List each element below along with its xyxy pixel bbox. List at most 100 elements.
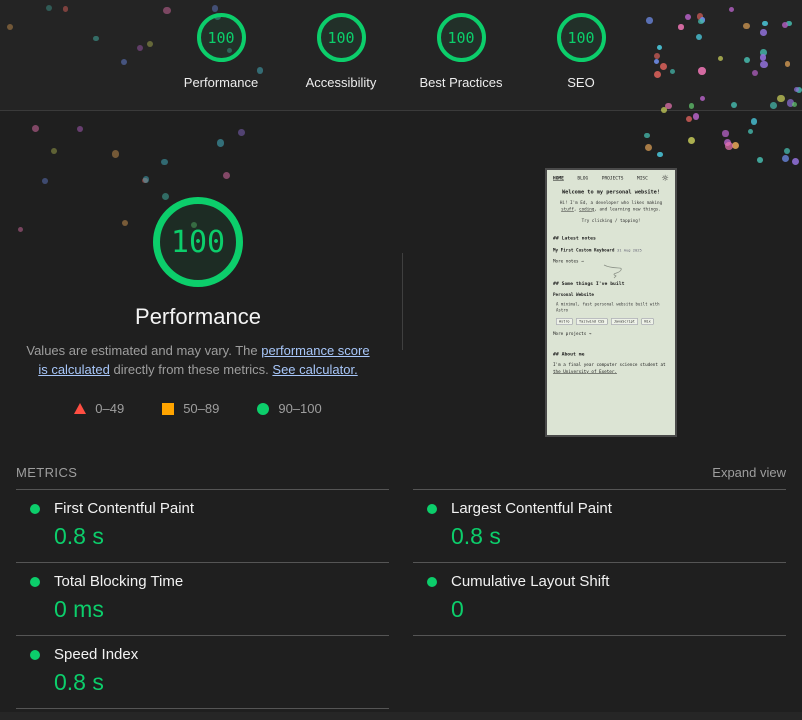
screenshot-about-text: I'm a final year computer science studen…: [553, 362, 669, 375]
legend-range: 0–49: [95, 401, 124, 416]
legend-average: 50–89: [162, 401, 219, 416]
stuff-link: stuff: [561, 207, 574, 212]
gauge-label: Best Practices: [419, 75, 502, 90]
gauge-seo[interactable]: 100 SEO: [521, 13, 641, 90]
confetti-dot: [686, 116, 692, 122]
score-scale-legend: 0–49 50–89 90–100: [74, 401, 321, 416]
confetti-dot: [657, 152, 663, 158]
metric-label: Cumulative Layout Shift: [451, 573, 609, 590]
metrics-left-column: First Contentful Paint 0.8 s Total Block…: [16, 489, 389, 709]
performance-summary: 100 Performance Values are estimated and…: [0, 111, 396, 416]
metric-value: 0.8 s: [54, 523, 389, 550]
metric-value: 0: [451, 596, 786, 623]
metrics-title: METRICS: [16, 465, 77, 480]
metric-pass-dot-icon: [427, 577, 437, 587]
confetti-dot: [645, 144, 652, 151]
confetti-dot: [725, 142, 732, 149]
metric-label: Largest Contentful Paint: [451, 500, 612, 517]
confetti-dot: [722, 130, 728, 136]
metric-total-blocking-time: Total Blocking Time 0 ms: [16, 563, 389, 635]
screenshot-built-heading: ## Some things I've built: [553, 281, 669, 287]
metrics-right-column: Largest Contentful Paint 0.8 s Cumulativ…: [413, 489, 786, 709]
performance-score-value: 100: [171, 225, 225, 260]
screenshot-project-title: Personal Website: [553, 293, 669, 298]
metric-label: Total Blocking Time: [54, 573, 183, 590]
next-section-edge: [0, 712, 802, 720]
sun-icon: ☼: [661, 176, 669, 181]
metric-value: 0 ms: [54, 596, 389, 623]
screenshot-tags: Astro Tailwind CSS JavaScript Nix: [553, 318, 669, 325]
confetti-dot: [732, 142, 739, 149]
legend-fail: 0–49: [74, 401, 124, 416]
legend-range: 90–100: [278, 401, 321, 416]
intro-text: Hi! I'm Ed, a developer who likes making: [560, 201, 662, 206]
legend-circle-icon: [257, 403, 269, 415]
coding-link: coding: [579, 207, 594, 212]
metric-value: 0.8 s: [54, 669, 389, 696]
nav-projects: PROJECTS: [602, 176, 624, 181]
legend-triangle-icon: [74, 403, 86, 414]
divider: [413, 635, 786, 636]
legend-square-icon: [162, 403, 174, 415]
metric-pass-dot-icon: [30, 504, 40, 514]
confetti-dot: [688, 137, 695, 144]
confetti-dot: [751, 118, 758, 125]
screenshot-welcome-heading: Welcome to my personal website!: [553, 189, 669, 195]
confetti-dot: [782, 155, 789, 162]
score-value: 100: [207, 29, 234, 47]
intro-text: , and learning new things.: [594, 207, 661, 212]
score-ring: 100: [437, 13, 486, 62]
confetti-dot: [693, 113, 700, 120]
gauge-label: SEO: [567, 75, 594, 90]
metric-speed-index: Speed Index 0.8 s: [16, 636, 389, 708]
nav-blog: BLOG: [577, 176, 588, 181]
score-ring: 100: [317, 13, 366, 62]
score-value: 100: [327, 29, 354, 47]
metric-pass-dot-icon: [30, 577, 40, 587]
gauge-accessibility[interactable]: 100 Accessibility: [281, 13, 401, 90]
screenshot-nav: HOME BLOG PROJECTS MISC ☼: [553, 176, 669, 181]
performance-score-gauge[interactable]: 100: [153, 197, 243, 287]
doodle-arrow-icon: [601, 264, 636, 279]
screenshot-about-heading: ## About me: [553, 352, 669, 358]
gauge-best-practices[interactable]: 100 Best Practices: [401, 13, 521, 90]
gauge-label: Accessibility: [306, 75, 377, 90]
screenshot-note-item: My First Custom Keyboard 31 Aug 2025: [553, 248, 669, 253]
disclaimer-text: directly from these metrics.: [110, 362, 273, 377]
screenshot-notes-heading: ## Latest notes: [553, 236, 669, 242]
nav-misc: MISC: [637, 176, 648, 181]
about-text: I'm a final year computer science studen…: [553, 363, 666, 368]
screenshot-project-desc: A minimal, fast personal website built w…: [553, 302, 671, 314]
expand-view-button[interactable]: Expand view: [712, 465, 786, 480]
nav-home: HOME: [553, 176, 564, 181]
lighthouse-report: 100 Performance 100 Accessibility 100 Be…: [0, 0, 802, 720]
confetti-dot: [792, 158, 799, 165]
legend-range: 50–89: [183, 401, 219, 416]
university-link: the University of Exeter.: [553, 369, 617, 374]
metric-cumulative-layout-shift: Cumulative Layout Shift 0: [413, 563, 786, 635]
note-title: My First Custom Keyboard: [553, 248, 614, 253]
see-calculator-link[interactable]: See calculator.: [272, 362, 357, 377]
metric-first-contentful-paint: First Contentful Paint 0.8 s: [16, 490, 389, 562]
gauge-performance[interactable]: 100 Performance: [161, 13, 281, 90]
tag-chip: Nix: [641, 318, 653, 325]
tag-chip: Astro: [556, 318, 573, 325]
confetti-dot: [757, 157, 763, 163]
screenshot-intro: Hi! I'm Ed, a developer who likes making…: [553, 200, 669, 213]
score-ring: 100: [557, 13, 606, 62]
metric-pass-dot-icon: [427, 504, 437, 514]
metric-label: Speed Index: [54, 646, 138, 663]
tag-chip: Tailwind CSS: [576, 318, 607, 325]
confetti-dot: [784, 148, 790, 154]
final-screenshot-thumbnail: HOME BLOG PROJECTS MISC ☼ Welcome to my …: [545, 168, 677, 437]
metric-value: 0.8 s: [451, 523, 786, 550]
note-date: 31 Aug 2025: [617, 248, 642, 253]
vertical-divider: [402, 253, 403, 350]
score-value: 100: [567, 29, 594, 47]
screenshot-try-line: Try clicking / tapping!: [553, 219, 669, 224]
tag-chip: JavaScript: [611, 318, 638, 325]
score-value: 100: [447, 29, 474, 47]
confetti-dot: [724, 139, 731, 146]
gauge-label: Performance: [184, 75, 258, 90]
confetti-dot: [644, 133, 649, 138]
